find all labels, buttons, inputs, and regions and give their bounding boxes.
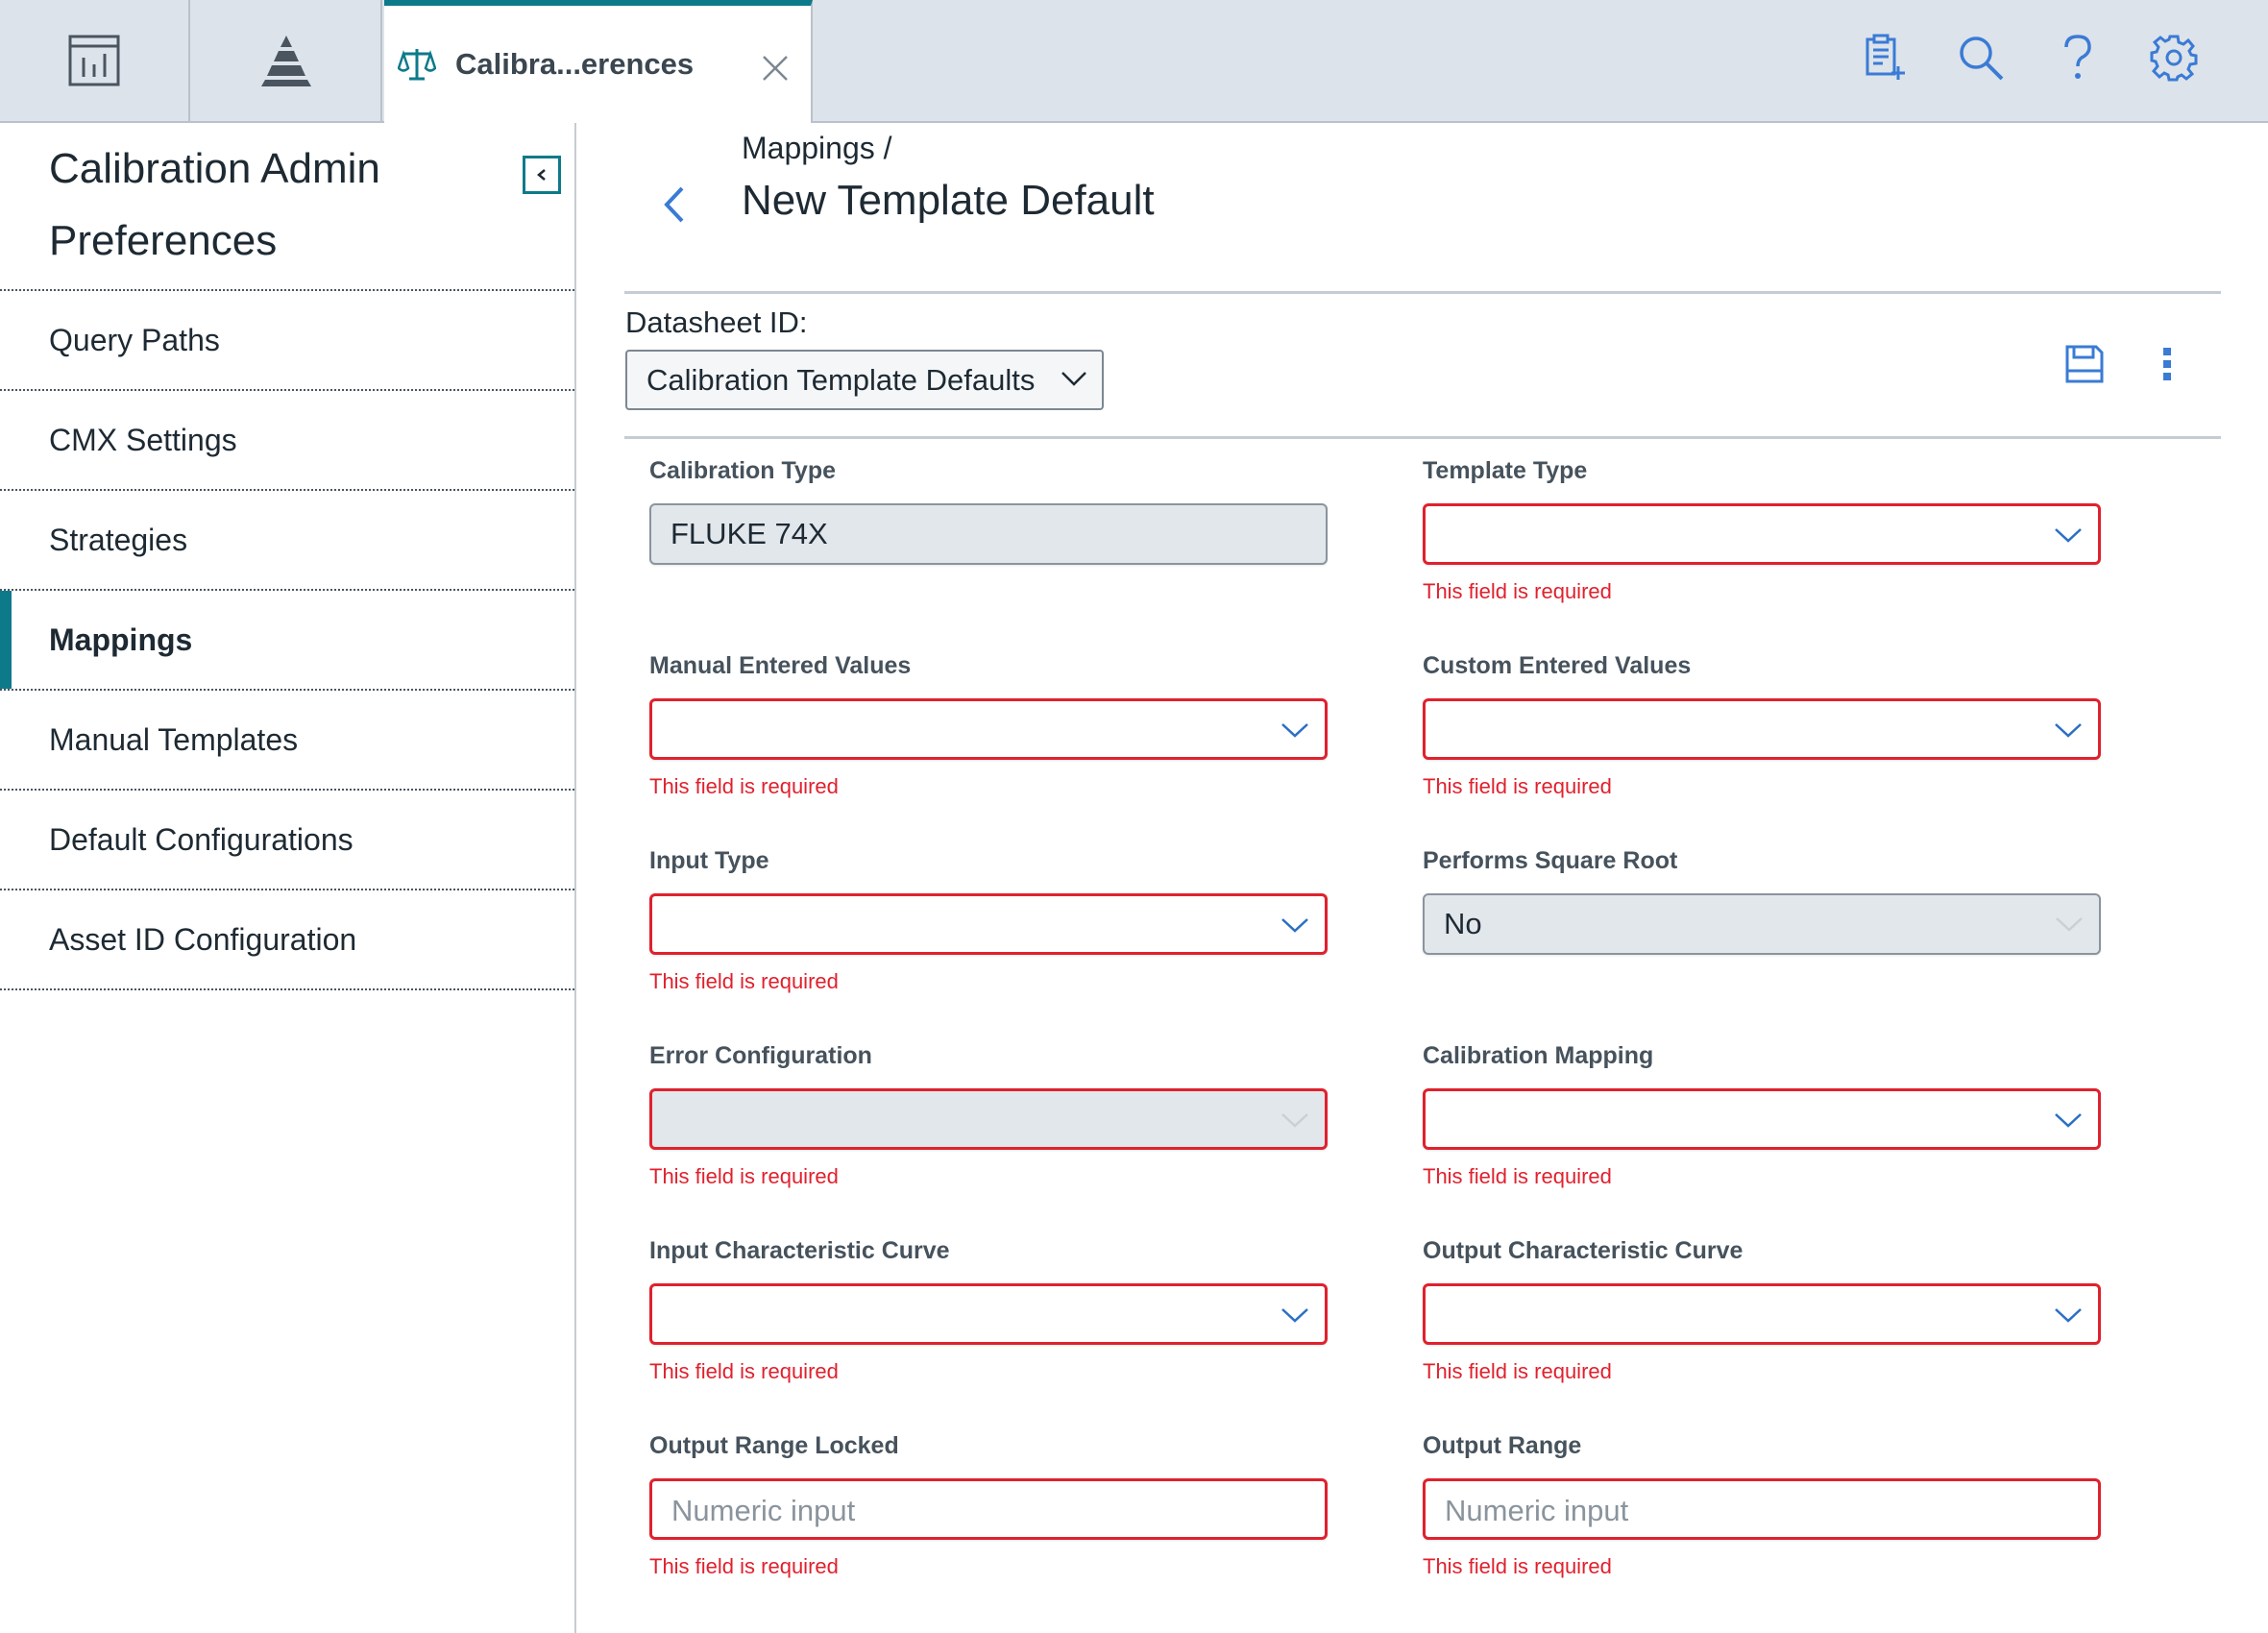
sidebar-item-manual-templates[interactable]: Manual Templates (0, 691, 574, 791)
performs-square-root-label: Performs Square Root (1423, 847, 1678, 874)
input-type-select[interactable] (649, 893, 1328, 955)
dashboard-icon (68, 35, 120, 86)
output-characteristic-curve-error: This field is required (1423, 1359, 1612, 1383)
pyramid-icon (261, 36, 311, 86)
settings-button[interactable] (2145, 29, 2203, 86)
output-range-label: Output Range (1423, 1432, 1582, 1459)
page-title: New Template Default (742, 177, 1155, 224)
output-characteristic-curve-label: Output Characteristic Curve (1423, 1237, 1744, 1264)
notes-add-icon (1866, 34, 1905, 80)
more-vertical-icon[interactable] (2156, 342, 2179, 386)
calibration-type-label: Calibration Type (649, 457, 837, 484)
sidebar-item-label: Manual Templates (49, 721, 299, 757)
sidebar-item-label: Query Paths (49, 322, 220, 357)
manual-entered-values-label: Manual Entered Values (649, 652, 912, 679)
chevron-left-icon (537, 169, 546, 181)
sidebar-item-asset-id-configuration[interactable]: Asset ID Configuration (0, 890, 574, 990)
custom-entered-values-label: Custom Entered Values (1423, 652, 1692, 679)
datasheet-value: Calibration Template Defaults (646, 362, 1036, 397)
manual-entered-values-select[interactable] (649, 698, 1328, 760)
output-range-locked-error: This field is required (649, 1554, 839, 1578)
save-icon[interactable] (2062, 342, 2107, 386)
sidebar-list: Query Paths CMX Settings Strategies Mapp… (0, 289, 574, 990)
input-type-label: Input Type (649, 847, 769, 874)
template-type-error: This field is required (1423, 579, 1612, 603)
output-range-input[interactable]: Numeric input (1423, 1478, 2101, 1540)
main-content: Mappings / New Template Default Datashee… (578, 123, 2268, 1633)
sidebar-item-mappings[interactable]: Mappings (0, 591, 574, 691)
search-icon (1960, 37, 2004, 81)
input-type-error: This field is required (649, 969, 839, 993)
error-configuration-label: Error Configuration (649, 1042, 872, 1069)
tab-dashboard[interactable] (0, 0, 190, 121)
output-range-locked-input[interactable]: Numeric input (649, 1478, 1328, 1540)
chevron-down-icon (2055, 1113, 2082, 1128)
output-range-locked-placeholder: Numeric input (671, 1494, 856, 1527)
balance-scale-icon (398, 49, 436, 81)
output-range-locked-label: Output Range Locked (649, 1432, 899, 1459)
sidebar-item-label: Strategies (49, 522, 188, 557)
tab-label: Calibra...erences (455, 47, 695, 81)
back-arrow-icon[interactable] (655, 181, 694, 229)
calibration-mapping-select[interactable] (1423, 1088, 2101, 1150)
chevron-down-icon (1281, 1308, 1308, 1323)
sidebar-item-label: Default Configurations (49, 821, 354, 857)
sidebar-item-query-paths[interactable]: Query Paths (0, 291, 574, 391)
divider (624, 291, 2221, 294)
output-range-placeholder: Numeric input (1445, 1494, 1629, 1527)
top-bar: Calibra...erences (0, 0, 2268, 123)
chevron-down-icon (2055, 723, 2082, 738)
help-icon (2064, 35, 2091, 79)
sidebar-item-label: Mappings (49, 622, 193, 657)
manual-entered-values-error: This field is required (649, 774, 839, 798)
custom-entered-values-error: This field is required (1423, 774, 1612, 798)
sidebar: Calibration Admin Preferences Query Path… (0, 123, 576, 1633)
help-button[interactable] (2049, 29, 2107, 86)
input-characteristic-curve-error: This field is required (649, 1359, 839, 1383)
performs-square-root-select: No (1423, 893, 2101, 955)
chevron-down-icon (2055, 528, 2082, 543)
sidebar-title: Calibration Admin Preferences (49, 145, 380, 264)
sidebar-item-cmx-settings[interactable]: CMX Settings (0, 391, 574, 491)
sidebar-item-label: Asset ID Configuration (49, 921, 357, 957)
custom-entered-values-select[interactable] (1423, 698, 2101, 760)
performs-square-root-value: No (1444, 907, 1482, 940)
output-range-error: This field is required (1423, 1554, 1612, 1578)
calibration-mapping-error: This field is required (1423, 1164, 1612, 1188)
chevron-down-icon (1281, 918, 1308, 933)
tab-pyramid[interactable] (192, 0, 382, 121)
output-characteristic-curve-select[interactable] (1423, 1283, 2101, 1345)
template-type-select[interactable] (1423, 503, 2101, 565)
chevron-down-icon (1061, 372, 1086, 386)
add-note-button[interactable] (1855, 29, 1913, 86)
datasheet-select[interactable]: Calibration Template Defaults (625, 350, 1104, 410)
datasheet-label: Datasheet ID: (625, 305, 808, 339)
gear-icon (2150, 35, 2198, 82)
chevron-down-icon (2055, 1308, 2082, 1323)
template-type-label: Template Type (1423, 457, 1588, 484)
error-configuration-select (649, 1088, 1328, 1150)
divider (624, 436, 2221, 439)
calibration-type-field: FLUKE 74X (649, 503, 1328, 565)
chevron-down-icon (2056, 917, 2083, 932)
sidebar-item-default-configurations[interactable]: Default Configurations (0, 791, 574, 890)
calibration-mapping-label: Calibration Mapping (1423, 1042, 1654, 1069)
sidebar-item-label: CMX Settings (49, 422, 237, 457)
calibration-type-value: FLUKE 74X (671, 517, 828, 550)
collapse-sidebar-button[interactable] (523, 156, 561, 194)
breadcrumb[interactable]: Mappings / (742, 131, 892, 166)
sidebar-item-strategies[interactable]: Strategies (0, 491, 574, 591)
input-characteristic-curve-select[interactable] (649, 1283, 1328, 1345)
error-configuration-error: This field is required (649, 1164, 839, 1188)
chevron-down-icon (1281, 1113, 1308, 1128)
tab-calibration-preferences[interactable]: Calibra...erences (384, 0, 813, 123)
input-characteristic-curve-label: Input Characteristic Curve (649, 1237, 950, 1264)
chevron-down-icon (1281, 723, 1308, 738)
close-icon[interactable] (759, 52, 792, 85)
search-button[interactable] (1952, 29, 2010, 86)
